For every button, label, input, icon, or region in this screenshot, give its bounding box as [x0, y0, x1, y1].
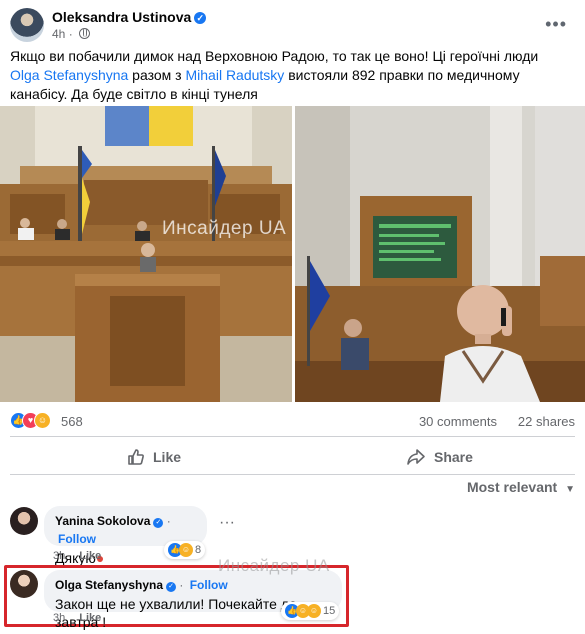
divider [10, 474, 575, 475]
author-name-text[interactable]: Oleksandra Ustinova [52, 9, 191, 25]
share-button[interactable]: Share [406, 440, 473, 474]
shares-count[interactable]: 22 shares [518, 414, 575, 429]
post-photo-man-on-phone[interactable] [295, 106, 585, 402]
author-name[interactable]: Oleksandra Ustinova ✓ [52, 9, 207, 25]
follow-button[interactable]: Follow [190, 578, 228, 592]
post-text: Якщо ви побачили димок над Верховною Рад… [10, 47, 570, 104]
verified-badge-icon: ✓ [153, 518, 164, 528]
comment-reactions[interactable]: 👍 ☺ ☺ 15 [281, 602, 340, 620]
more-options-icon[interactable]: ••• [545, 14, 567, 35]
comment-like-button[interactable]: Like [79, 612, 101, 624]
reactions-summary: 👍 ♥ ☺ 568 30 comments 22 shares [10, 410, 575, 432]
thumbs-up-icon [128, 449, 144, 465]
share-arrow-icon [407, 449, 425, 465]
care-reaction-icon: ☺ [34, 412, 51, 429]
verified-badge-icon: ✓ [166, 582, 177, 592]
comment-time[interactable]: 3h [53, 550, 65, 562]
mention-link[interactable]: Mihail Radutsky [185, 67, 284, 83]
comment-meta: 3h Like [53, 550, 101, 562]
care-reaction-icon: ☺ [179, 543, 193, 557]
comment-bubble: Yanina Sokolova ✓ · Follow Дякую● [44, 506, 207, 566]
comment-reactions[interactable]: 👍 ☺ 8 [164, 541, 206, 559]
chevron-down-icon: ▼ [565, 484, 575, 495]
post-header: Oleksandra Ustinova ✓ 4h · ••• [10, 8, 575, 44]
post-meta: 4h · [52, 27, 91, 41]
commenter-name[interactable]: Yanina Sokolova [55, 514, 150, 528]
comment-time[interactable]: 3h [53, 612, 65, 624]
share-label: Share [434, 449, 473, 465]
mention-link[interactable]: Olga Stefanyshyna [10, 67, 128, 83]
comment-watermark: Инсайдер UA [218, 556, 330, 575]
man-on-phone-illustration [295, 106, 585, 402]
author-avatar[interactable] [10, 8, 44, 42]
photo-watermark: Инсайдер UA [162, 218, 287, 239]
parliament-hall-illustration [0, 106, 292, 402]
post-text-part: разом з [128, 67, 186, 83]
verified-badge-icon: ✓ [194, 12, 207, 24]
divider [10, 436, 575, 437]
comment-reaction-count: 8 [195, 544, 202, 556]
reaction-icons[interactable]: 👍 ♥ ☺ [10, 412, 58, 430]
wow-reaction-icon: ☺ [307, 604, 321, 618]
globe-icon [79, 28, 91, 39]
comment-meta: 3h Like [53, 612, 101, 624]
comments-sort-dropdown[interactable]: Most relevant ▼ [467, 479, 575, 495]
reaction-count[interactable]: 568 [61, 414, 83, 429]
commenter-avatar[interactable] [10, 507, 38, 535]
comment-more-icon[interactable]: ··· [219, 514, 235, 532]
follow-button[interactable]: Follow [58, 532, 96, 546]
comment-like-button[interactable]: Like [79, 550, 101, 562]
comment-reaction-count: 15 [323, 605, 336, 617]
sort-label: Most relevant [466, 479, 558, 495]
like-label: Like [153, 449, 182, 465]
comments-count[interactable]: 30 comments [419, 414, 497, 429]
commenter-avatar[interactable] [10, 570, 38, 598]
post-text-part: Якщо ви побачили димок над Верховною Рад… [10, 48, 539, 64]
commenter-name[interactable]: Olga Stefanyshyna [55, 578, 163, 592]
like-button[interactable]: Like [127, 440, 181, 474]
post-photo-parliament-hall[interactable]: Инсайдер UA [0, 106, 292, 402]
post-time[interactable]: 4h [52, 27, 65, 41]
